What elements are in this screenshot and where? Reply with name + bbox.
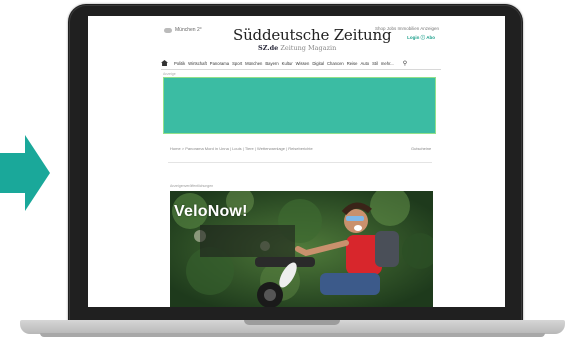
ad-label: Anzeige <box>163 72 176 76</box>
site-header: München 2° Süddeutsche Zeitung SZ.de Zei… <box>88 16 505 60</box>
cloud-icon <box>164 27 172 33</box>
nav-item-bayern[interactable]: Bayern <box>265 61 278 66</box>
nav-item-kultur[interactable]: Kultur <box>282 61 293 66</box>
weather-text: München 2° <box>175 27 202 33</box>
nav-divider <box>161 69 441 70</box>
nav-item-wirtschaft[interactable]: Wirtschaft <box>188 61 207 66</box>
nav-item-muenchen[interactable]: München <box>245 61 262 66</box>
search-icon[interactable]: ⚲ <box>403 60 407 67</box>
nav-item-wissen[interactable]: Wissen <box>296 61 310 66</box>
login-link[interactable]: Login ⓘ Abo <box>407 35 435 41</box>
top-links[interactable]: Shop Jobs Immobilien Anzeigen <box>375 26 439 31</box>
section-szde[interactable]: SZ.de <box>258 44 278 52</box>
native-ad-label: Anzeigenveröffentlichungen <box>170 184 214 188</box>
laptop-screen: München 2° Süddeutsche Zeitung SZ.de Zei… <box>88 16 505 307</box>
pointer-arrow-icon <box>0 135 50 211</box>
section-zeitung[interactable]: Zeitung <box>280 44 306 52</box>
laptop-foot <box>40 333 545 337</box>
site-sections: SZ.de Zeitung Magazin <box>258 44 336 52</box>
ad-banner[interactable] <box>163 77 436 134</box>
nav-item-reise[interactable]: Reise <box>347 61 358 66</box>
nav-item-panorama[interactable]: Panorama <box>210 61 229 66</box>
nav-item-sport[interactable]: Sport <box>232 61 242 66</box>
breadcrumb-right-link[interactable]: Gutscheine <box>411 146 431 151</box>
breadcrumb-divider <box>168 162 432 163</box>
nav-item-digital[interactable]: Digital <box>312 61 324 66</box>
breadcrumb[interactable]: Home > Panorama Mord in Unna | Louis | T… <box>170 146 313 151</box>
section-magazin[interactable]: Magazin <box>308 44 336 52</box>
nav-item-mehr[interactable]: mehr... <box>381 61 394 66</box>
main-nav: Politik Wirtschaft Panorama Sport Münche… <box>161 58 441 68</box>
site-logo[interactable]: Süddeutsche Zeitung <box>233 26 392 44</box>
nav-item-politik[interactable]: Politik <box>174 61 185 66</box>
home-icon[interactable] <box>161 60 168 66</box>
nav-item-chancen[interactable]: Chancen <box>327 61 344 66</box>
nav-item-auto[interactable]: Auto <box>360 61 369 66</box>
weather-widget[interactable]: München 2° <box>164 27 202 33</box>
article-headline: VeloNow! <box>174 203 248 220</box>
nav-item-stil[interactable]: Stil <box>372 61 378 66</box>
laptop-notch <box>244 320 340 325</box>
article-hero-image[interactable]: VeloNow! <box>170 191 433 307</box>
